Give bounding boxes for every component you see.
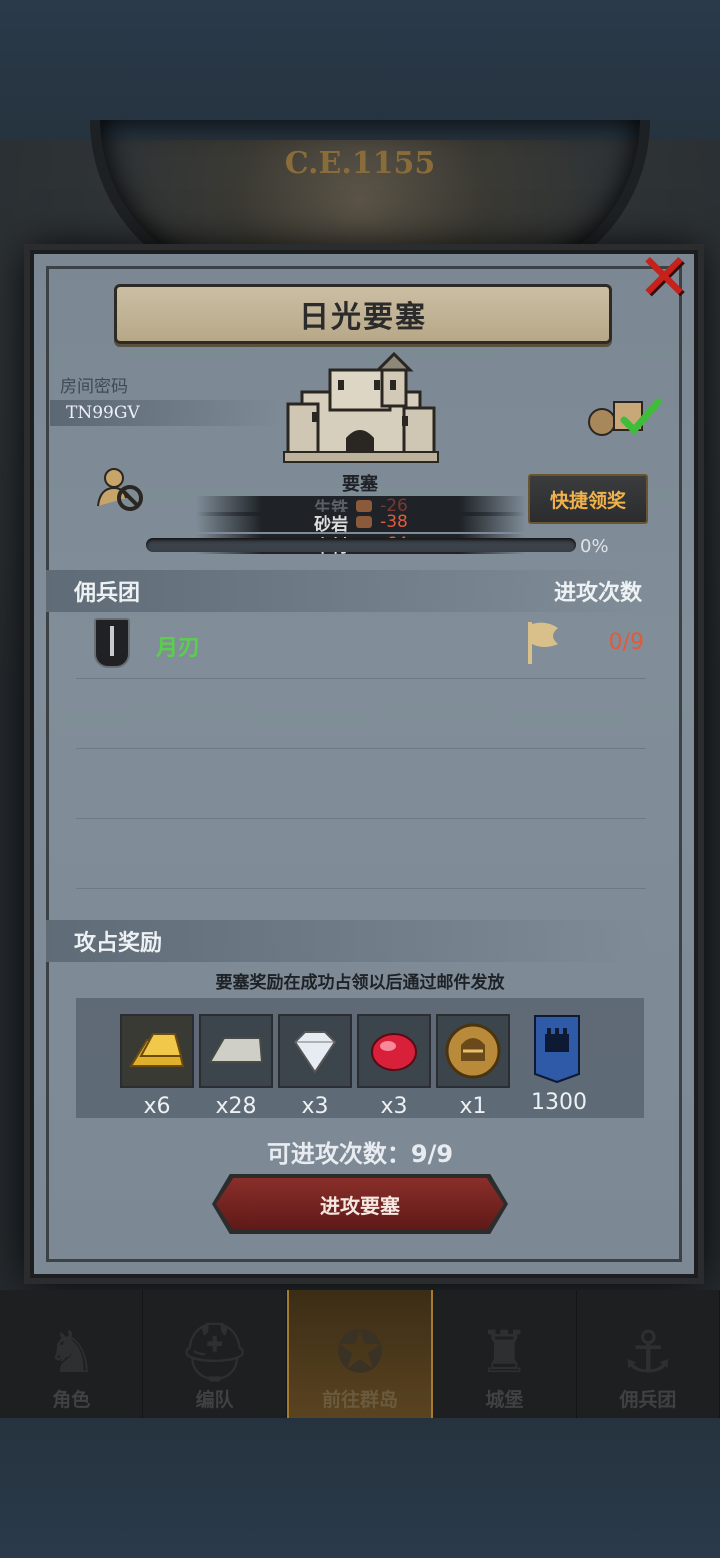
ruby-icon <box>357 1014 431 1088</box>
close-icon: ✕ <box>637 241 691 315</box>
sandstone-icon <box>356 516 373 528</box>
flag-icon <box>528 622 558 664</box>
attack-fortress-button[interactable]: 进攻要塞 <box>216 1178 504 1230</box>
ship-icon: ⚓ <box>621 1318 674 1386</box>
building-type-label: 要塞 <box>342 474 378 495</box>
iron-icon <box>356 500 373 512</box>
nav-item-castle[interactable]: ♜ 城堡 <box>433 1290 577 1418</box>
reward-item[interactable]: x1 <box>436 1014 510 1119</box>
reward-bag-check-icon[interactable] <box>586 392 666 438</box>
reward-item-count: x3 <box>380 1094 408 1119</box>
mercenary-section-header: 佣兵团 进攻次数 <box>46 570 646 612</box>
attack-count-header: 进攻次数 <box>553 581 642 606</box>
reward-item-count: x1 <box>459 1094 487 1119</box>
remaining-attempts: 可进攻次数：9/9 <box>266 1140 454 1168</box>
gold-bars-icon <box>120 1014 194 1088</box>
nav-item-label: 编队 <box>195 1389 234 1411</box>
era-label: C.E.1155 <box>284 146 436 181</box>
reward-item[interactable]: x3 <box>357 1014 431 1119</box>
nav-item-label: 佣兵团 <box>619 1389 677 1411</box>
compass-icon: ✪ <box>335 1318 385 1386</box>
reward-item-count: x6 <box>143 1094 171 1119</box>
bottom-nav: ♞ 角色 ⛑ 编队 ✪ 前往群岛 ♜ 城堡 ⚓ 佣兵团 <box>0 1290 720 1418</box>
mercenary-name: 月刃 <box>156 636 201 661</box>
knight-medal-icon <box>436 1014 510 1088</box>
quick-claim-button[interactable]: 快捷领奖 <box>528 474 648 524</box>
fortress-icon[interactable] <box>282 352 440 464</box>
room-code-value: TN99GV <box>50 400 280 426</box>
nav-item-character[interactable]: ♞ 角色 <box>0 1290 144 1418</box>
nav-item-label: 角色 <box>52 1389 91 1411</box>
reward-item-count: x28 <box>215 1094 257 1119</box>
mercenary-section-title: 佣兵团 <box>74 581 141 606</box>
silver-bar-icon <box>199 1014 273 1088</box>
diamond-icon <box>278 1014 352 1088</box>
room-code-label: 房间密码 <box>60 377 128 397</box>
reward-note: 要塞奖励在成功占领以后通过邮件发放 <box>215 973 505 993</box>
empty-mercenary-slot <box>76 678 646 749</box>
reward-item-count: 1300 <box>531 1090 587 1115</box>
reward-item[interactable]: x6 <box>120 1014 194 1119</box>
nav-item-mercenary[interactable]: ⚓ 佣兵团 <box>577 1290 720 1418</box>
nav-item-islands[interactable]: ✪ 前往群岛 <box>286 1290 434 1418</box>
resource-value: -38 <box>380 512 408 532</box>
reward-section-header: 攻占奖励 <box>46 920 646 962</box>
player-hidden-icon[interactable] <box>96 466 146 512</box>
mercenary-row[interactable]: 月刃 0/9 <box>76 614 646 679</box>
castle-banner-icon <box>522 1014 592 1084</box>
bottom-background <box>0 1418 720 1558</box>
reward-section-title: 攻占奖励 <box>74 931 163 956</box>
castle-icon: ♜ <box>478 1318 531 1386</box>
occupation-progress-text: 0% <box>580 536 609 557</box>
top-background <box>0 0 720 140</box>
reward-item[interactable]: 1300 <box>522 1014 596 1115</box>
empty-mercenary-slot <box>76 818 646 889</box>
close-button[interactable]: ✕ <box>636 241 692 315</box>
nav-item-formation[interactable]: ⛑ 编队 <box>143 1290 287 1418</box>
knight-icon: ♞ <box>45 1318 98 1386</box>
reward-item[interactable]: x3 <box>278 1014 352 1119</box>
occupation-progress-bar <box>146 538 576 552</box>
reward-item[interactable]: x28 <box>199 1014 273 1119</box>
reward-item-count: x3 <box>301 1094 329 1119</box>
empty-mercenary-slot <box>76 748 646 819</box>
resource-row-sandstone: 砂岩 -38 <box>196 512 526 535</box>
sword-shield-icon <box>94 618 130 668</box>
mercenary-attack-count: 0/9 <box>608 630 644 655</box>
nav-item-label: 前往群岛 <box>322 1389 399 1411</box>
dialog-title: 日光要塞 <box>114 284 612 344</box>
helmet-icon: ⛑ <box>177 1318 252 1386</box>
nav-item-label: 城堡 <box>485 1389 524 1411</box>
